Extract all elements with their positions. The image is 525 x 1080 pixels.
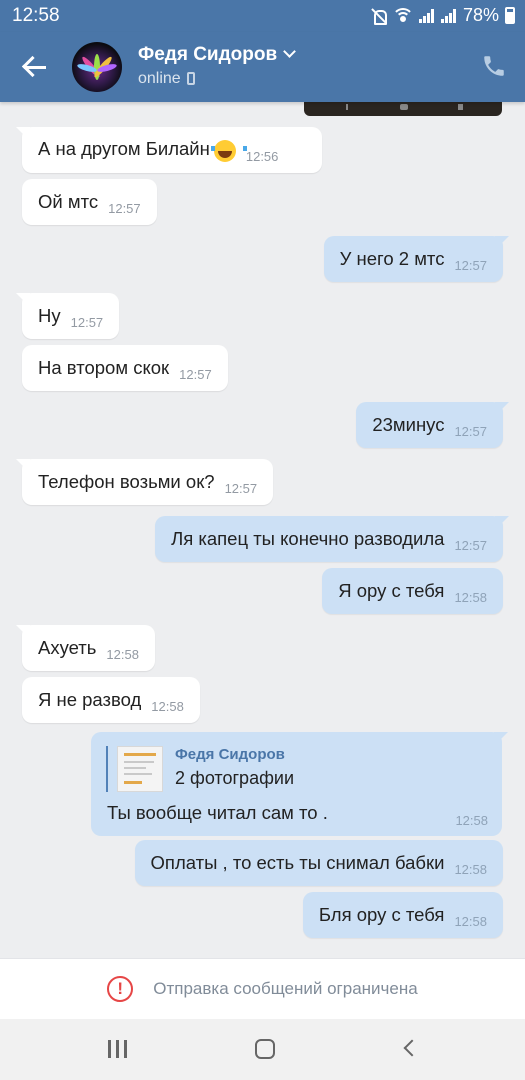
chevron-down-icon <box>283 45 297 58</box>
message-time: 12:57 <box>454 257 487 273</box>
phone-icon[interactable] <box>481 52 507 80</box>
message-time: 12:57 <box>108 200 141 216</box>
message-bubble[interactable]: Бля ору с тебя 12:58 <box>302 892 503 938</box>
message-bubble[interactable]: Телефон возьми ок? 12:57 <box>16 459 274 505</box>
status-icons: 78% <box>371 5 515 26</box>
status-time: 12:58 <box>12 5 60 26</box>
message-bubble[interactable]: Ой мтс 12:57 <box>22 179 157 225</box>
message-time: 12:58 <box>454 913 487 929</box>
wifi-icon <box>392 7 413 24</box>
message-text: Ну <box>38 305 61 326</box>
battery-level: 78% <box>462 5 499 25</box>
message-text: На втором скок <box>38 357 170 378</box>
message-text: Я не развод <box>38 689 142 710</box>
message-time: 12:57 <box>454 423 487 439</box>
arrow-left-icon[interactable] <box>18 50 54 84</box>
message-bubble[interactable]: Ахуеть 12:58 <box>16 625 155 671</box>
message-time: 12:58 <box>151 698 184 714</box>
contact-name-label: Федя Сидоров <box>138 44 278 65</box>
forward-bar <box>106 746 108 792</box>
message-time: 12:57 <box>70 314 104 330</box>
message-bubble[interactable]: Оплаты , то есть ты снимал бабки 12:58 <box>134 840 503 886</box>
message-time: 12:58 <box>455 813 488 828</box>
tears-of-joy-emoji-icon <box>210 139 247 162</box>
attachment-label: 2 фотографии <box>175 768 294 788</box>
home-icon[interactable] <box>250 1037 280 1063</box>
message-bubble[interactable]: Я ору с тебя 12:58 <box>322 568 503 614</box>
message-text: Ахуеть <box>38 637 97 658</box>
message-feed: А на другом Билайн 12:56 Ой мтс 12:57 У … <box>0 102 525 958</box>
message-bubble[interactable]: У него 2 мтс 12:57 <box>323 236 509 282</box>
message-text: Ты вообще читал сам то . <box>107 802 328 823</box>
recents-icon[interactable] <box>104 1037 134 1063</box>
status-bar: 12:58 78% <box>0 0 525 32</box>
message-text: У него 2 мтс <box>339 248 445 269</box>
message-text: Телефон возьми ок? <box>38 471 215 492</box>
mute-icon <box>371 8 387 25</box>
back-icon[interactable] <box>396 1037 426 1063</box>
message-time: 12:58 <box>454 861 487 877</box>
message-time: 12:57 <box>179 366 212 382</box>
presence-status: online <box>138 70 195 88</box>
system-nav-bar <box>0 1019 525 1080</box>
message-bubble[interactable]: 23минус 12:57 <box>356 402 509 448</box>
message-text: Ля капец ты конечно разводила <box>171 528 445 549</box>
message-bubble[interactable]: Ля капец ты конечно разводила 12:57 <box>155 516 509 562</box>
avatar[interactable] <box>72 42 122 92</box>
battery-icon <box>505 7 515 24</box>
forwarded-author[interactable]: Федя Сидоров <box>175 746 285 763</box>
message-bubble[interactable]: На втором скок 12:57 <box>22 345 228 391</box>
message-text: 23минус <box>372 414 445 435</box>
chat-header: Федя Сидоров online <box>0 32 525 102</box>
message-time: 12:57 <box>454 537 487 553</box>
message-time: 12:58 <box>106 646 139 662</box>
message-bubble[interactable]: Ну 12:57 <box>16 293 120 339</box>
message-text: Бля ору с тебя <box>318 904 445 925</box>
message-time: 12:57 <box>224 480 258 496</box>
message-text: Оплаты , то есть ты снимал бабки <box>150 852 445 873</box>
forwarded-message-bubble[interactable]: Федя Сидоров 2 фотографии Ты вообще чита… <box>91 732 508 836</box>
status-label: online <box>138 70 181 87</box>
message-bubble[interactable]: Я не развод 12:58 <box>22 677 200 723</box>
photo-thumbnail[interactable] <box>117 746 163 792</box>
signal-icon <box>418 8 435 23</box>
message-time: 12:58 <box>454 589 487 605</box>
message-text: А на другом Билайн <box>38 138 247 162</box>
signal-icon <box>440 8 457 23</box>
restriction-text: Отправка сообщений ограничена <box>153 979 418 998</box>
message-bubble[interactable]: А на другом Билайн 12:56 <box>16 127 322 173</box>
mobile-icon <box>186 72 195 85</box>
message-time: 12:56 <box>245 148 279 164</box>
messaging-restricted-banner: ! Отправка сообщений ограничена <box>0 958 525 1019</box>
message-text: Я ору с тебя <box>338 580 445 601</box>
exclamation-circle-icon: ! <box>107 976 134 1002</box>
message-text: Ой мтс <box>38 191 99 212</box>
contact-name[interactable]: Федя Сидоров <box>138 44 297 66</box>
